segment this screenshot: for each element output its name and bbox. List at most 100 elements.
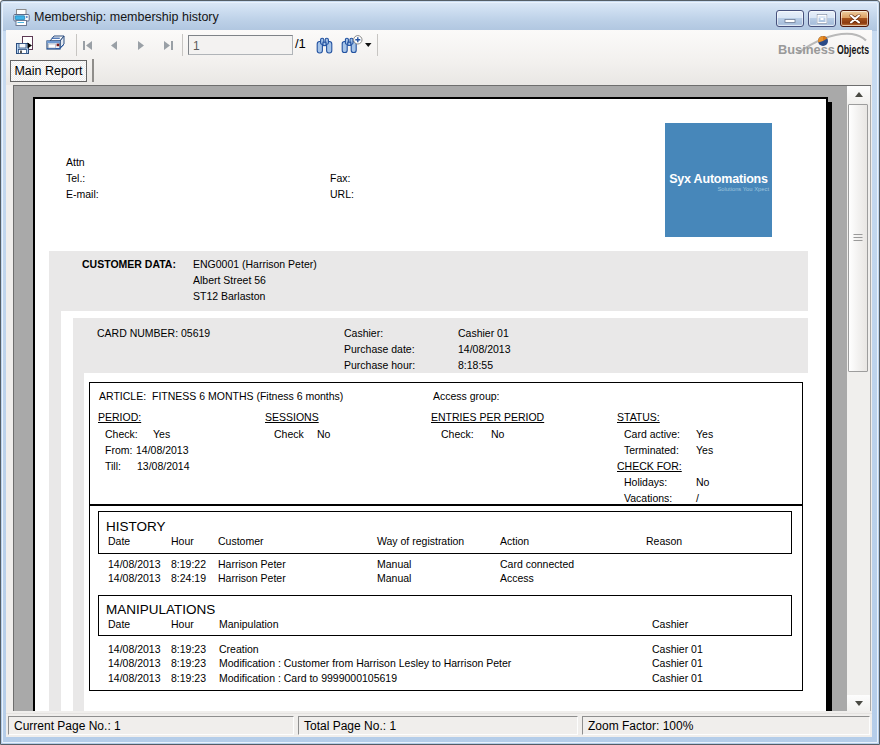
svg-text:Business: Business: [778, 42, 835, 57]
history-row: Manual: [377, 558, 411, 571]
history-header: Reason: [646, 535, 682, 548]
history-row: Card connected: [500, 558, 574, 571]
period-check-label: Check:: [105, 428, 138, 441]
period-check-value: Yes: [153, 428, 170, 441]
export-icon: [15, 35, 35, 55]
manipulations-header: Date: [108, 618, 130, 631]
card-group-strip: [73, 373, 84, 711]
card-number-label: CARD NUMBER: 05619: [97, 327, 210, 340]
customer-line: ST12 Barlaston: [193, 290, 265, 303]
find-button[interactable]: [312, 33, 336, 57]
customer-line: ENG0001 (Harrison Peter): [193, 258, 317, 271]
manipulations-row: 14/08/2013: [108, 657, 161, 670]
history-row: 8:19:22: [171, 558, 206, 571]
history-row: Access: [500, 572, 534, 585]
attn-label: Attn: [66, 156, 85, 169]
customer-data-label: CUSTOMER DATA:: [82, 258, 176, 271]
manipulations-row: Modification : Customer from Harrison Le…: [219, 657, 511, 670]
status-total-page: Total Page No.: 1: [298, 716, 578, 735]
email-label: E-mail:: [66, 188, 99, 201]
print-button[interactable]: [43, 33, 67, 57]
window-title: Membership: membership history: [34, 10, 219, 24]
card-field: Purchase date:: [344, 343, 415, 356]
card-field: 8:18:55: [458, 359, 493, 372]
tel-label: Tel.:: [66, 172, 85, 185]
history-row: Manual: [377, 572, 411, 585]
manipulations-row: Creation: [219, 643, 259, 656]
print-icon: [45, 35, 66, 55]
manipulations-row: 14/08/2013: [108, 672, 161, 685]
scroll-down-button[interactable]: [847, 695, 870, 711]
access-group-label: Access group:: [433, 390, 500, 403]
article-label: ARTICLE:: [99, 390, 146, 403]
search-icon: [315, 36, 334, 55]
sessions-check-value: No: [317, 428, 330, 441]
last-page-icon: [163, 40, 174, 51]
status-current-page: Current Page No.: 1: [8, 716, 294, 735]
logo-name: Syx Automations: [665, 172, 772, 186]
status-bar: Current Page No.: 1 Total Page No.: 1 Zo…: [6, 713, 872, 736]
customer-group-strip: [49, 310, 61, 711]
period-from-label: From:: [105, 444, 132, 457]
history-row: Harrison Peter: [218, 558, 286, 571]
toolbar-separator: [377, 34, 378, 56]
checkfor-row: Vacations:: [624, 492, 672, 505]
client-area: /1: [6, 30, 872, 737]
syx-automations-logo: Syx Automations Solutions You Xpect: [665, 123, 772, 237]
history-row: 14/08/2013: [108, 558, 161, 571]
manipulations-header: Cashier: [652, 618, 688, 631]
maximize-button[interactable]: [808, 10, 836, 27]
entries-check-label: Check:: [441, 428, 474, 441]
first-page-icon: [82, 40, 93, 51]
entries-title: ENTRIES PER PERIOD: [431, 411, 544, 424]
export-button[interactable]: [13, 33, 37, 57]
first-page-button[interactable]: [76, 35, 98, 55]
previous-page-icon: [110, 40, 118, 51]
status-row: Yes: [696, 444, 713, 457]
logo-tagline: Solutions You Xpect: [717, 186, 769, 192]
manipulations-header: Hour: [171, 618, 194, 631]
tab-main-report[interactable]: Main Report: [10, 60, 87, 82]
app-window: Membership: membership history: [0, 0, 880, 745]
scrollbar-thumb[interactable]: [848, 104, 868, 372]
checkfor-row: /: [696, 492, 699, 505]
scroll-up-button[interactable]: [847, 86, 870, 103]
manipulations-row: Cashier 01: [652, 657, 703, 670]
status-row: Terminated:: [624, 444, 679, 457]
history-header: Action: [500, 535, 529, 548]
card-field: Cashier:: [344, 327, 383, 340]
manipulations-row: 8:19:23: [171, 657, 206, 670]
period-from-value: 14/08/2013: [136, 444, 189, 457]
close-icon: [849, 14, 860, 23]
minimize-icon: [784, 14, 796, 23]
sessions-title: SESSIONS: [265, 411, 319, 424]
status-row: Card active:: [624, 428, 680, 441]
tab-separator: [92, 59, 94, 82]
card-field: Purchase hour:: [344, 359, 415, 372]
card-field: 14/08/2013: [458, 343, 511, 356]
manipulations-title: MANIPULATIONS: [106, 602, 215, 617]
manipulations-row: Cashier 01: [652, 672, 703, 685]
caption-buttons: [776, 10, 869, 27]
customer-line: Albert Street 56: [193, 274, 266, 287]
entries-check-value: No: [491, 428, 504, 441]
thumb-grip: [854, 234, 863, 242]
toolbar: /1: [6, 30, 872, 60]
toolbar-separator: [182, 34, 183, 56]
page-shadow: [828, 102, 832, 711]
minimize-button[interactable]: [776, 10, 804, 27]
next-page-button[interactable]: [130, 35, 152, 55]
last-page-button[interactable]: [157, 35, 179, 55]
previous-page-button[interactable]: [103, 35, 125, 55]
close-button[interactable]: [840, 10, 869, 27]
zoom-button[interactable]: [340, 33, 374, 57]
up-arrow-icon: [855, 92, 863, 97]
window-icon: [13, 9, 30, 26]
history-title: HISTORY: [106, 519, 166, 534]
vertical-scrollbar[interactable]: [847, 86, 870, 711]
period-till-value: 13/08/2014: [137, 460, 190, 473]
title-bar[interactable]: Membership: membership history: [2, 2, 878, 31]
page-number-input[interactable]: [188, 35, 293, 55]
fax-label: Fax:: [330, 172, 350, 185]
manipulations-row: 8:19:23: [171, 643, 206, 656]
